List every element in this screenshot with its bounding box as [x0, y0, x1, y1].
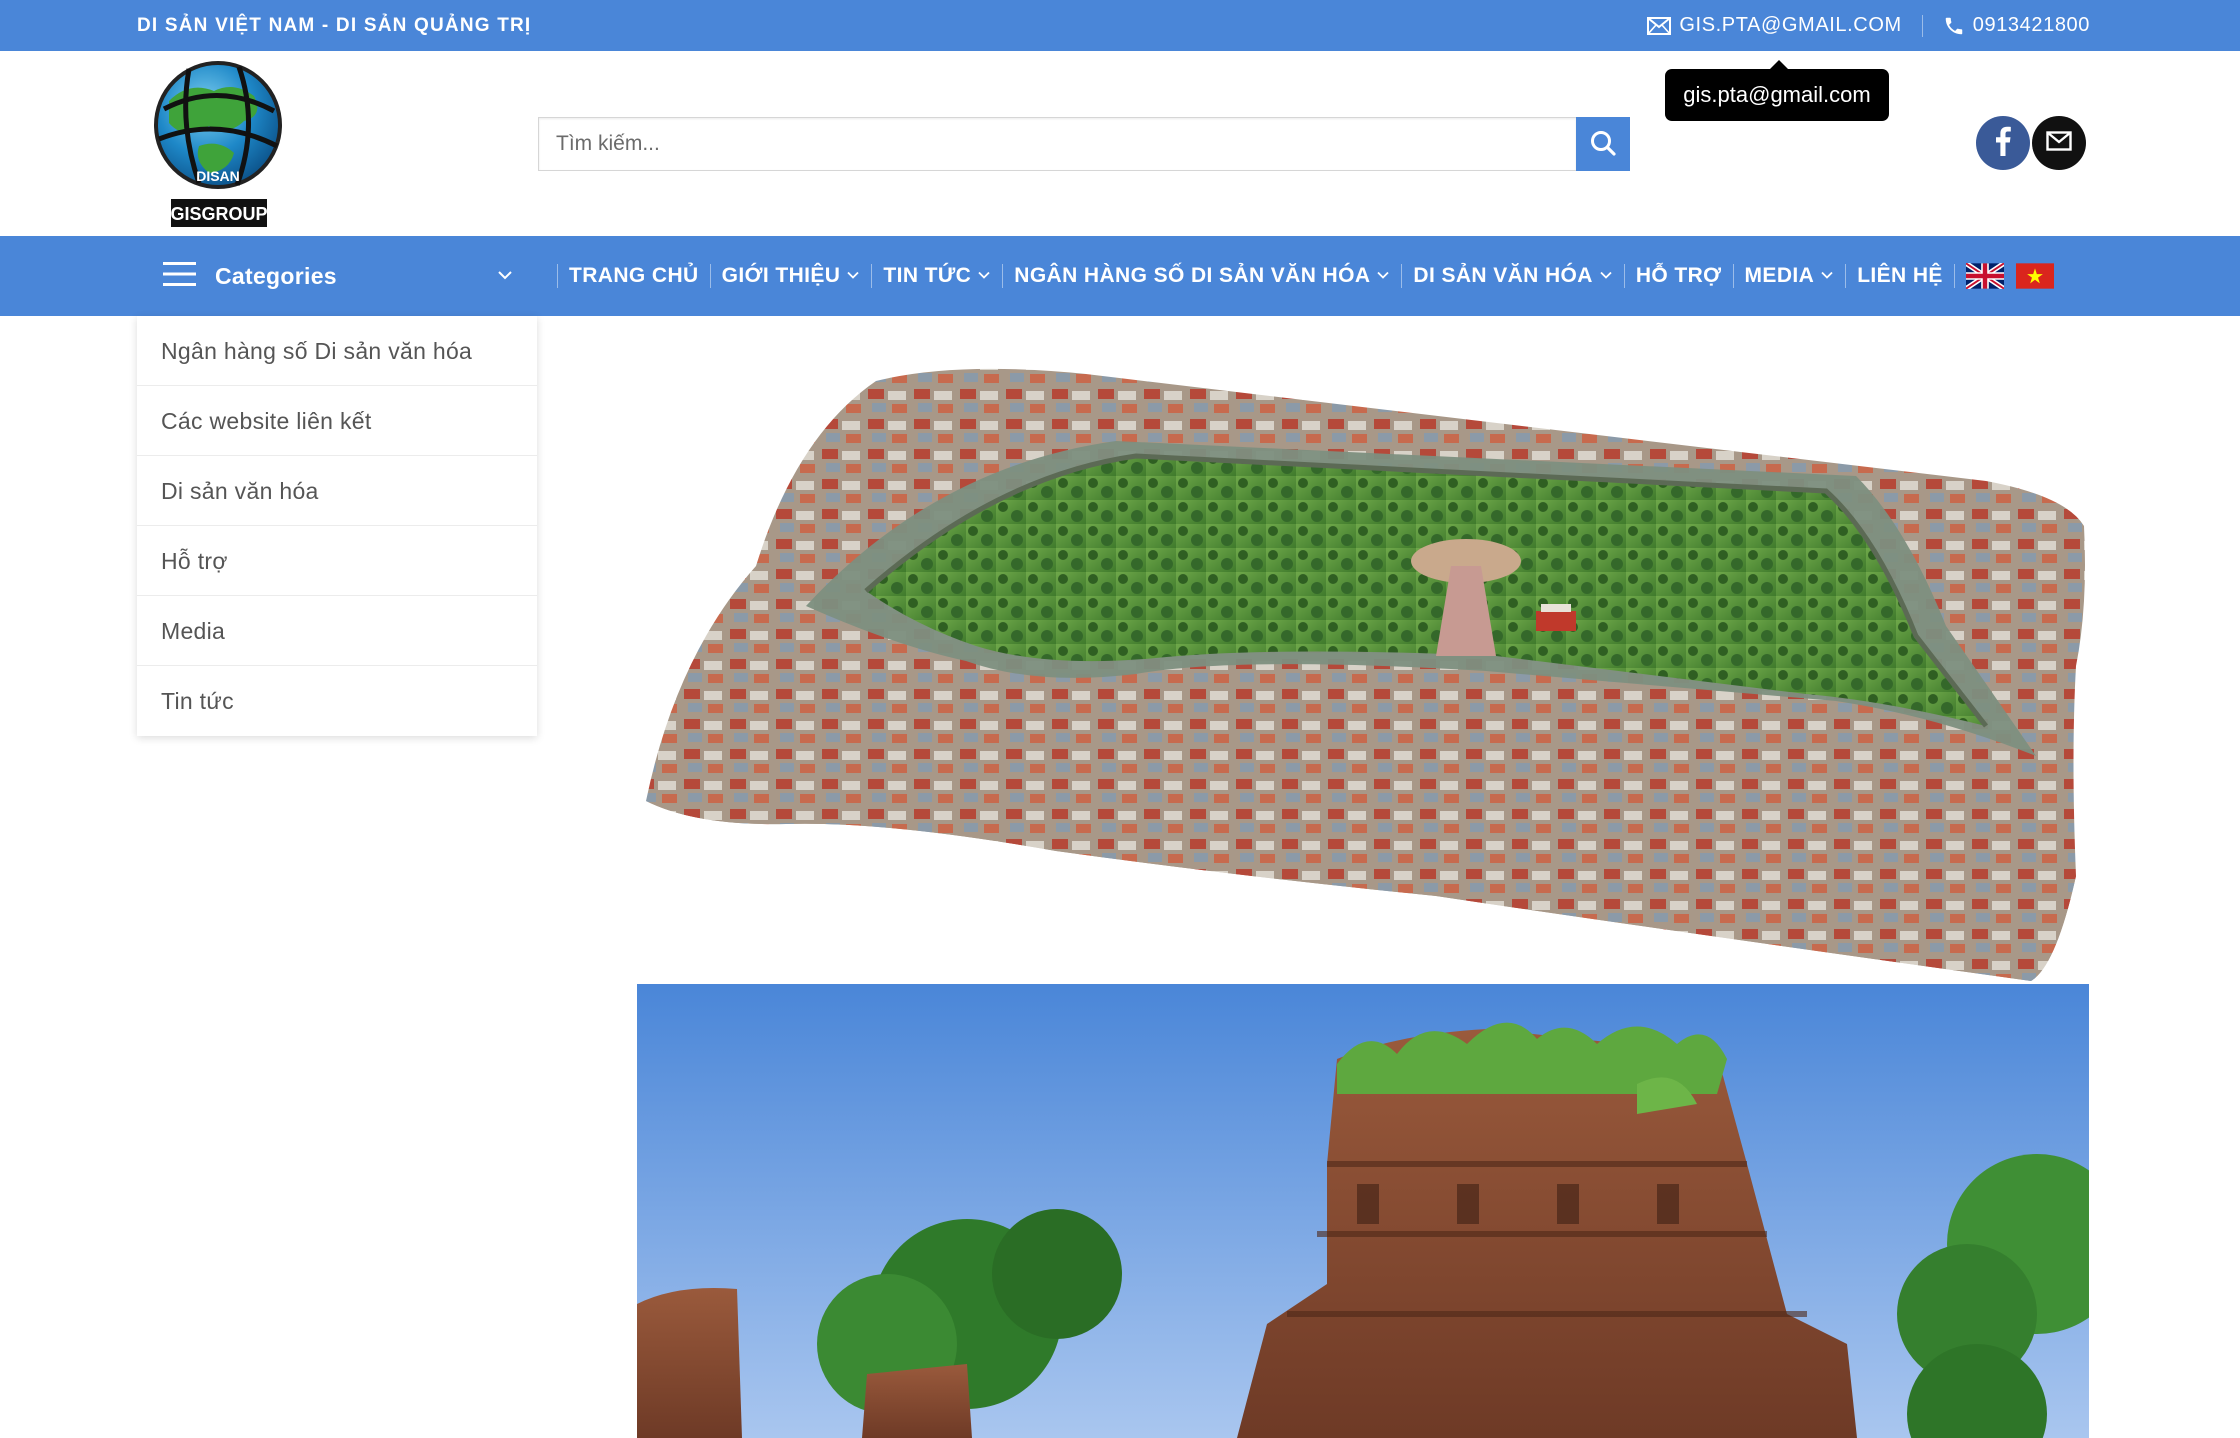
nav-item-5[interactable]: HỖ TRỢ [1636, 264, 1722, 288]
search-input[interactable] [538, 117, 1576, 171]
nav-divider [709, 264, 711, 288]
envelope-icon [1647, 16, 1672, 35]
category-item[interactable]: Ngân hàng số Di sản văn hóa [137, 316, 537, 386]
category-item[interactable]: Di sản văn hóa [137, 456, 537, 526]
search-button[interactable] [1576, 117, 1630, 171]
search-icon [1589, 129, 1617, 160]
chevron-down-icon [497, 267, 513, 288]
categories-dropdown: Ngân hàng số Di sản văn hóa Các website l… [137, 316, 537, 736]
nav-item-label: TIN TỨC [883, 264, 972, 287]
chevron-down-icon [1820, 264, 1834, 288]
email-link[interactable]: GIS.PTA@GMAIL.COM [1647, 14, 1901, 37]
contact-bar: GIS.PTA@GMAIL.COM 0913421800 [1647, 0, 2090, 51]
nav-item-7[interactable]: LIÊN HỆ [1857, 264, 1943, 288]
facebook-button[interactable] [1976, 116, 2030, 170]
envelope-icon [2046, 130, 2072, 156]
nav-divider [1002, 264, 1004, 288]
nav-item-1[interactable]: GIỚI THIỆU [722, 264, 861, 288]
chevron-down-icon [846, 264, 860, 288]
nav-divider [1953, 264, 1955, 288]
nav-item-4[interactable]: DI SẢN VĂN HÓA [1413, 264, 1612, 288]
vietnam-flag-icon[interactable] [2015, 263, 2054, 289]
nav-divider [557, 264, 558, 288]
email-tooltip: gis.pta@gmail.com [1665, 60, 1889, 121]
phone-link[interactable]: 0913421800 [1943, 14, 2090, 37]
citadel-3d-model-image[interactable] [636, 356, 2088, 986]
email-social-button[interactable] [2032, 116, 2086, 170]
facebook-icon [1995, 126, 2011, 161]
nav-item-label: TRANG CHỦ [569, 264, 699, 287]
categories-label: Categories [215, 262, 337, 289]
nav-item-label: LIÊN HỆ [1857, 264, 1943, 287]
site-logo[interactable]: DISAN GISGROUP [139, 61, 303, 231]
nav-divider [1623, 264, 1625, 288]
category-item[interactable]: Media [137, 596, 537, 666]
nav-divider [1401, 264, 1403, 288]
top-bar: DI SẢN VIỆT NAM - DI SẢN QUẢNG TRỊ GIS.P… [0, 0, 2240, 51]
phone-label: 0913421800 [1972, 14, 2090, 36]
chevron-down-icon [1599, 264, 1613, 288]
nav-item-label: NGÂN HÀNG SỐ DI SẢN VĂN HÓA [1014, 264, 1371, 287]
divider [1921, 14, 1923, 37]
category-item[interactable]: Tin tức [137, 666, 537, 736]
uk-flag-icon[interactable] [1965, 263, 2004, 289]
logo-name: GISGROUP [170, 204, 267, 224]
category-item[interactable]: Hỗ trợ [137, 526, 537, 596]
nav-item-3[interactable]: NGÂN HÀNG SỐ DI SẢN VĂN HÓA [1014, 264, 1390, 288]
nav-menu: TRANG CHỦ GIỚI THIỆU TIN TỨC NGÂN HÀNG SỐ D… [546, 236, 2066, 316]
nav-item-label: DI SẢN VĂN HÓA [1413, 264, 1593, 287]
categories-toggle[interactable]: Categories [163, 236, 523, 316]
email-label: GIS.PTA@GMAIL.COM [1679, 14, 1902, 36]
nav-item-label: MEDIA [1744, 264, 1815, 287]
hamburger-icon [163, 261, 197, 292]
nav-item-label: HỖ TRỢ [1635, 264, 1722, 287]
nav-divider [1845, 264, 1847, 288]
nav-item-label: GIỚI THIỆU [721, 264, 841, 287]
nav-divider [871, 264, 873, 288]
nav-item-2[interactable]: TIN TỨC [883, 264, 991, 288]
chevron-down-icon [977, 264, 991, 288]
site-tagline: DI SẢN VIỆT NAM - DI SẢN QUẢNG TRỊ [137, 15, 532, 36]
cham-towers-photo[interactable] [637, 984, 2089, 1438]
logo-ring-text: DISAN [196, 168, 240, 184]
chevron-down-icon [1376, 264, 1390, 288]
nav-divider [1732, 264, 1734, 288]
category-item[interactable]: Các website liên kết [137, 386, 537, 456]
nav-item-6[interactable]: MEDIA [1745, 264, 1835, 288]
phone-icon [1943, 15, 1965, 37]
main-navbar: Categories TRANG CHỦ GIỚI THIỆU TIN TỨC NGÂ… [0, 236, 2240, 316]
nav-item-0[interactable]: TRANG CHỦ [569, 264, 699, 288]
search-form [538, 117, 1630, 171]
